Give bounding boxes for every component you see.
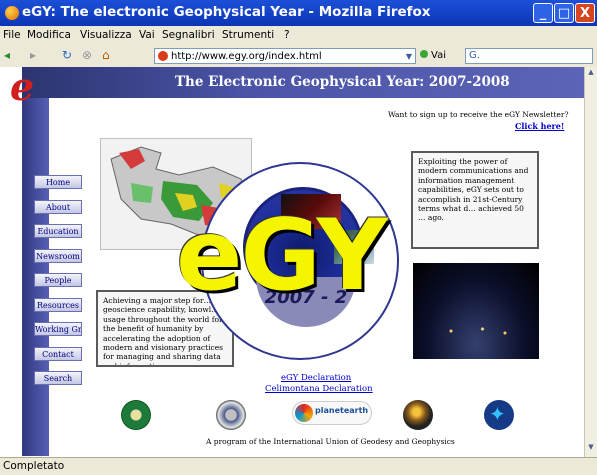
page-title: The Electronic Geophysical Year: 2007-20… — [175, 74, 510, 90]
star-icon: ✦ — [489, 402, 506, 426]
reload-icon[interactable]: ↻ — [62, 49, 72, 62]
scroll-up-icon[interactable]: ▲ — [586, 68, 596, 80]
search-input[interactable]: G. — [465, 48, 593, 64]
maximize-button[interactable]: □ — [554, 3, 574, 23]
window-titlebar[interactable]: eGY: The electronic Geophysical Year - M… — [0, 0, 597, 26]
menu-segnalibri[interactable]: Segnalibri — [162, 29, 215, 41]
ipy-logo-icon[interactable] — [216, 400, 246, 430]
home-icon[interactable]: ⌂ — [102, 49, 110, 62]
nav-working-groups[interactable]: Working Groups — [34, 322, 82, 336]
earth-at-night-photo — [413, 263, 539, 359]
city-lights — [433, 321, 523, 341]
egy-logo[interactable]: e — [10, 67, 34, 109]
menu-visualizza[interactable]: Visualizza — [80, 29, 132, 41]
nav-newsroom[interactable]: Newsroom — [34, 249, 82, 263]
menu-bar: File Modifica Visualizza Vai Segnalibri … — [0, 26, 597, 45]
go-button[interactable]: Vai — [420, 50, 446, 61]
status-text: Completato — [3, 460, 65, 472]
status-bar: Completato — [0, 457, 597, 475]
minimize-button[interactable]: _ — [533, 3, 553, 23]
planet-earth-swirl-icon — [295, 404, 313, 422]
web-content: e The Electronic Geophysical Year: 2007-… — [0, 67, 584, 457]
intro-text-box: Exploiting the power of modern communica… — [411, 151, 539, 249]
star-logo-icon[interactable]: ✦ — [484, 400, 514, 430]
scroll-down-icon[interactable]: ▼ — [586, 443, 596, 455]
go-label: Vai — [431, 50, 446, 61]
nav-contact[interactable]: Contact — [34, 347, 82, 361]
newsletter-question: Want to sign up to receive the eGY Newsl… — [388, 110, 569, 119]
firefox-icon — [5, 6, 19, 20]
site-favicon-icon — [158, 51, 168, 61]
menu-vai[interactable]: Vai — [139, 29, 155, 41]
url-field[interactable]: http://www.egy.org/index.html ▼ — [154, 48, 416, 64]
planet-earth-label: planetearth — [315, 406, 369, 415]
nav-search[interactable]: Search — [34, 371, 82, 385]
stop-icon[interactable]: ⊗ — [82, 49, 92, 62]
celimontana-declaration-link[interactable]: Celimontana Declaration — [265, 384, 373, 394]
url-dropdown-icon[interactable]: ▼ — [406, 49, 412, 65]
menu-modifica[interactable]: Modifica — [27, 29, 71, 41]
google-search-icon: G. — [469, 50, 480, 61]
menu-help[interactable]: ? — [284, 29, 290, 41]
nav-resources[interactable]: Resources — [34, 298, 82, 312]
iugg-footer-text: A program of the International Union of … — [206, 437, 455, 446]
window-title: eGY: The electronic Geophysical Year - M… — [22, 4, 431, 20]
nav-education[interactable]: Education — [34, 224, 82, 238]
egy-overlay-text: eGY — [176, 199, 388, 313]
nav-people[interactable]: People — [34, 273, 82, 287]
vertical-scrollbar[interactable]: ▲ ▼ — [584, 67, 597, 457]
igy-logo-icon[interactable] — [403, 400, 433, 430]
back-icon[interactable]: ◂ — [4, 49, 10, 62]
planet-earth-logo[interactable]: planetearth — [292, 401, 372, 425]
navigation-toolbar: ◂ ▸ ↻ ⊗ ⌂ http://www.egy.org/index.html … — [0, 45, 597, 68]
egy-declaration-link[interactable]: eGY Declaration — [281, 373, 351, 383]
forward-icon[interactable]: ▸ — [30, 49, 36, 62]
menu-file[interactable]: File — [3, 29, 21, 41]
newsletter-link[interactable]: Click here! — [515, 121, 564, 131]
ihy-logo-icon[interactable] — [121, 400, 151, 430]
menu-strumenti[interactable]: Strumenti — [222, 29, 274, 41]
go-icon — [420, 50, 428, 58]
nav-home[interactable]: Home — [34, 175, 82, 189]
nav-about[interactable]: About — [34, 200, 82, 214]
close-button[interactable]: X — [575, 3, 595, 23]
url-text: http://www.egy.org/index.html — [171, 51, 322, 62]
